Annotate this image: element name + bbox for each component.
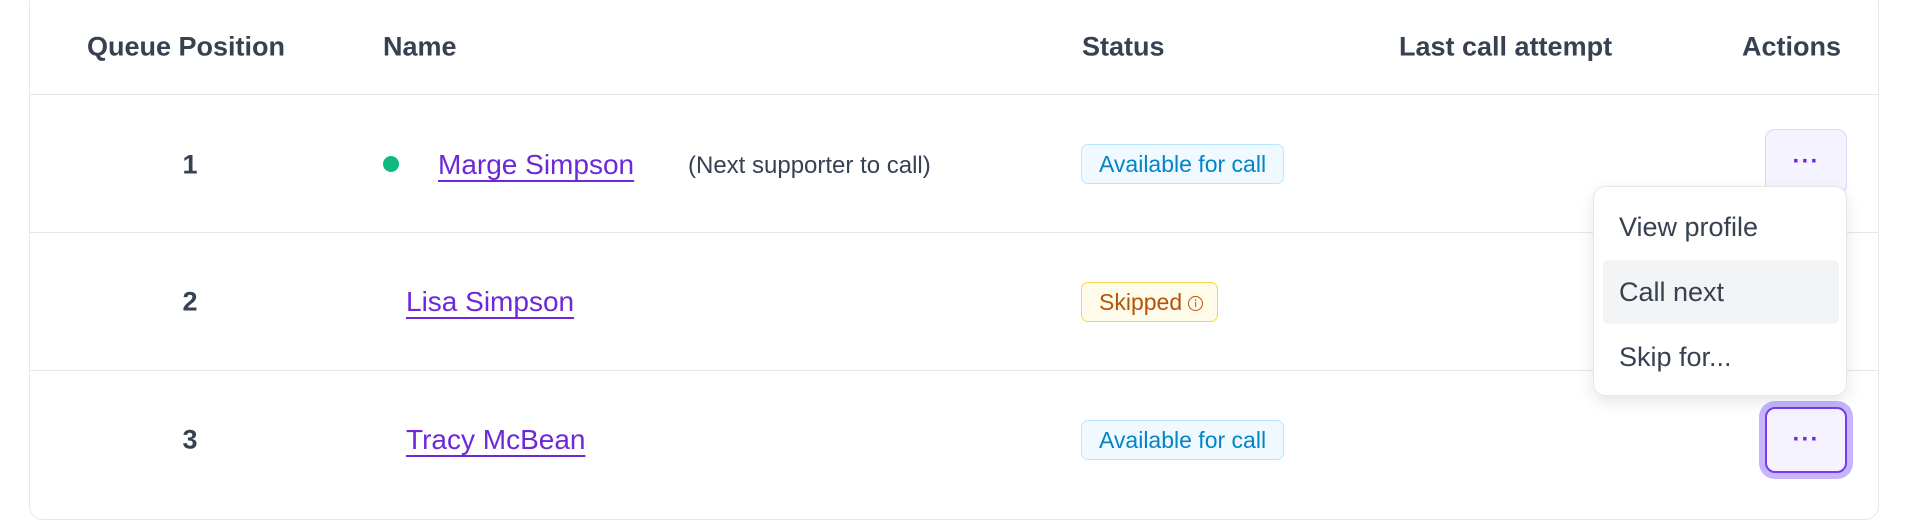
menu-item-call-next[interactable]: Call next — [1603, 260, 1839, 324]
header-actions: Actions — [1742, 31, 1842, 62]
status-badge: Available for call — [1081, 144, 1285, 184]
queue-position: 2 — [182, 286, 198, 317]
header-divider — [30, 94, 1878, 95]
status-badge-label: Available for call — [1099, 427, 1267, 453]
row-actions-button[interactable]: ··· — [1765, 407, 1847, 473]
header-name: Name — [383, 31, 457, 62]
supporter-name-link[interactable]: Lisa Simpson — [406, 286, 574, 318]
online-status-dot-icon — [383, 156, 399, 172]
header-status: Status — [1082, 31, 1165, 62]
status-badge-label: Available for call — [1099, 151, 1267, 177]
header-last-call-attempt: Last call attempt — [1399, 31, 1613, 62]
header-queue-position: Queue Position — [87, 31, 286, 62]
status-badge: Available for call — [1081, 420, 1285, 460]
info-icon[interactable] — [1188, 296, 1204, 311]
row-actions-menu: View profile Call next Skip for... — [1593, 186, 1847, 396]
supporter-name-link[interactable]: Tracy McBean — [406, 424, 585, 456]
menu-item-view-profile[interactable]: View profile — [1603, 195, 1839, 259]
status-badge: Skipped — [1081, 282, 1219, 322]
queue-position: 1 — [182, 149, 198, 180]
next-supporter-note: (Next supporter to call) — [688, 152, 931, 179]
queue-position: 3 — [182, 424, 198, 455]
status-badge-label: Skipped — [1099, 289, 1183, 315]
menu-item-skip-for[interactable]: Skip for... — [1603, 325, 1839, 389]
supporter-name-link[interactable]: Marge Simpson — [438, 149, 634, 181]
